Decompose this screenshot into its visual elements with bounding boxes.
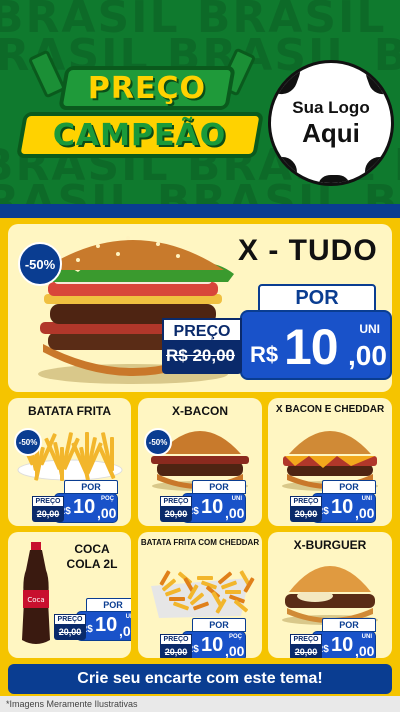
product-card: X BACON E CHEDDAR POR R$ 10 ,00 UNI PREÇ…	[268, 398, 392, 526]
product-image: Coca	[16, 540, 56, 655]
product-title: X-BACON	[172, 404, 228, 418]
old-price: 20,00	[294, 509, 318, 519]
preco-label: PREÇO	[160, 634, 192, 645]
cta-banner[interactable]: Crie seu encarte com este tema!	[8, 664, 392, 694]
discount-badge: -50%	[18, 242, 62, 286]
discount-badge: -50%	[144, 428, 172, 456]
product-card: BATATA FRITA -50% POR R$ 10 ,00 POÇ PREÇ…	[8, 398, 131, 526]
old-price-box: PREÇO 20,00	[32, 496, 64, 522]
hero-price: R$ 10 ,00 UNI	[240, 310, 392, 380]
old-price: 20,00	[58, 627, 82, 637]
preco-label: PREÇO	[290, 496, 322, 507]
old-price-box: PREÇO R$ 20,00	[162, 318, 242, 374]
discount-badge: -50%	[14, 428, 42, 456]
old-price: 20,00	[164, 509, 188, 519]
price-integer: 10	[331, 634, 354, 656]
price-cents: ,00	[225, 643, 245, 658]
por-label: POR	[258, 284, 376, 312]
svg-text:Coca: Coca	[27, 596, 44, 604]
price-integer: 10	[331, 496, 354, 518]
currency-symbol: R$	[250, 342, 279, 367]
product-title: COCA COLA 2L	[66, 542, 118, 571]
product-price: POR R$ 10 ,00 POÇ PREÇO 20,00	[160, 618, 246, 658]
price-cents: ,00	[348, 340, 387, 371]
unit-label: POÇ	[228, 634, 242, 640]
unit-label: POÇ	[100, 496, 114, 502]
old-price-box: PREÇO 20,00	[160, 634, 192, 658]
price-integer: 10	[73, 496, 96, 518]
product-title: BATATA FRITA COM CHEDDAR	[140, 538, 260, 547]
product-price: POR R$ 10 ,00 UNI PREÇO 20,00	[290, 618, 376, 658]
price-integer: 10	[201, 496, 224, 518]
unit-label: UNI	[125, 614, 131, 620]
divider-strip	[0, 204, 400, 218]
logo-text-1: Sua Logo	[292, 97, 370, 117]
ball-patch	[271, 63, 305, 99]
disclaimer: *Imagens Meramente Ilustrativas	[0, 696, 400, 712]
unit-label: UNI	[361, 634, 372, 640]
product-title: X BACON E CHEDDAR	[275, 404, 385, 415]
por-label: POR	[192, 480, 246, 494]
preco-label: PREÇO	[162, 318, 242, 342]
preco-label: PREÇO	[32, 496, 64, 507]
por-label: POR	[64, 480, 118, 494]
product-card: X-BURGUER POR R$ 10 ,00 UNI PREÇO 20,00	[268, 532, 392, 658]
product-price: POR R$ 10 ,00 UNI PREÇO 20,00	[290, 480, 376, 524]
por-label: POR	[322, 618, 376, 632]
old-price: 20,00	[294, 647, 318, 657]
ball-patch	[361, 63, 391, 99]
old-price-box: PREÇO 20,00	[160, 496, 192, 522]
old-price-box: PREÇO 20,00	[290, 634, 322, 658]
old-price-box: PREÇO 20,00	[290, 496, 322, 522]
product-price: POR R$ 10 ,00 UNI PREÇO 20,00	[160, 480, 246, 524]
price-integer: 10	[201, 634, 224, 656]
unit-label: UNI	[359, 322, 380, 336]
product-card: X-BACON -50% POR R$ 10 ,00 UNI PREÇO 20,…	[138, 398, 262, 526]
product-image	[145, 556, 255, 627]
product-price: POR R$ 10 ,00 UNI PREÇO 20,00	[54, 598, 131, 642]
product-card: COCA COLA 2L Coca POR R$ 10 ,00 UNI PREÇ…	[8, 532, 131, 658]
price-cents: ,00	[355, 643, 375, 658]
old-price: 20,00	[36, 509, 60, 519]
price-integer: 10	[95, 614, 118, 636]
ball-patch	[319, 175, 349, 183]
por-label: POR	[86, 598, 131, 612]
hero-title: X - TUDO	[238, 234, 378, 267]
por-label: POR	[192, 618, 246, 632]
product-title: X-BURGUER	[293, 538, 367, 552]
price-cents: ,00	[97, 505, 117, 521]
product-price: POR R$ 10 ,00 POÇ PREÇO 20,00	[32, 480, 118, 524]
banner-line-1: PREÇO	[58, 66, 236, 110]
unit-label: UNI	[361, 496, 372, 502]
old-price: 20,00	[164, 647, 188, 657]
preco-label: PREÇO	[160, 496, 192, 507]
product-card: BATATA FRITA COM CHEDDAR POR R$ 10 ,00 P…	[138, 532, 262, 658]
price-cents: ,00	[355, 505, 375, 521]
preco-campeao-banner: PREÇO CAMPEÃO	[14, 47, 265, 168]
ball-patch	[271, 157, 297, 183]
preco-label: PREÇO	[290, 634, 322, 645]
header: BRASIL BRASIL BRASIL BRASIL BRASIL BRASI…	[0, 0, 400, 210]
ball-patch	[365, 157, 391, 183]
old-price-box: PREÇO 20,00	[54, 614, 86, 640]
logo-text-2: Aqui	[302, 117, 360, 148]
price-integer: 10	[284, 319, 339, 375]
logo-placeholder: Sua Logo Aqui	[268, 60, 394, 186]
product-title: BATATA FRITA	[27, 404, 112, 418]
unit-label: UNI	[231, 496, 242, 502]
por-label: POR	[322, 480, 376, 494]
preco-label: PREÇO	[54, 614, 86, 625]
price-cents: ,00	[225, 505, 245, 521]
old-price: R$ 20,00	[166, 346, 235, 365]
price-cents: ,00	[119, 623, 131, 639]
banner-line-2: CAMPEÃO	[15, 112, 265, 158]
